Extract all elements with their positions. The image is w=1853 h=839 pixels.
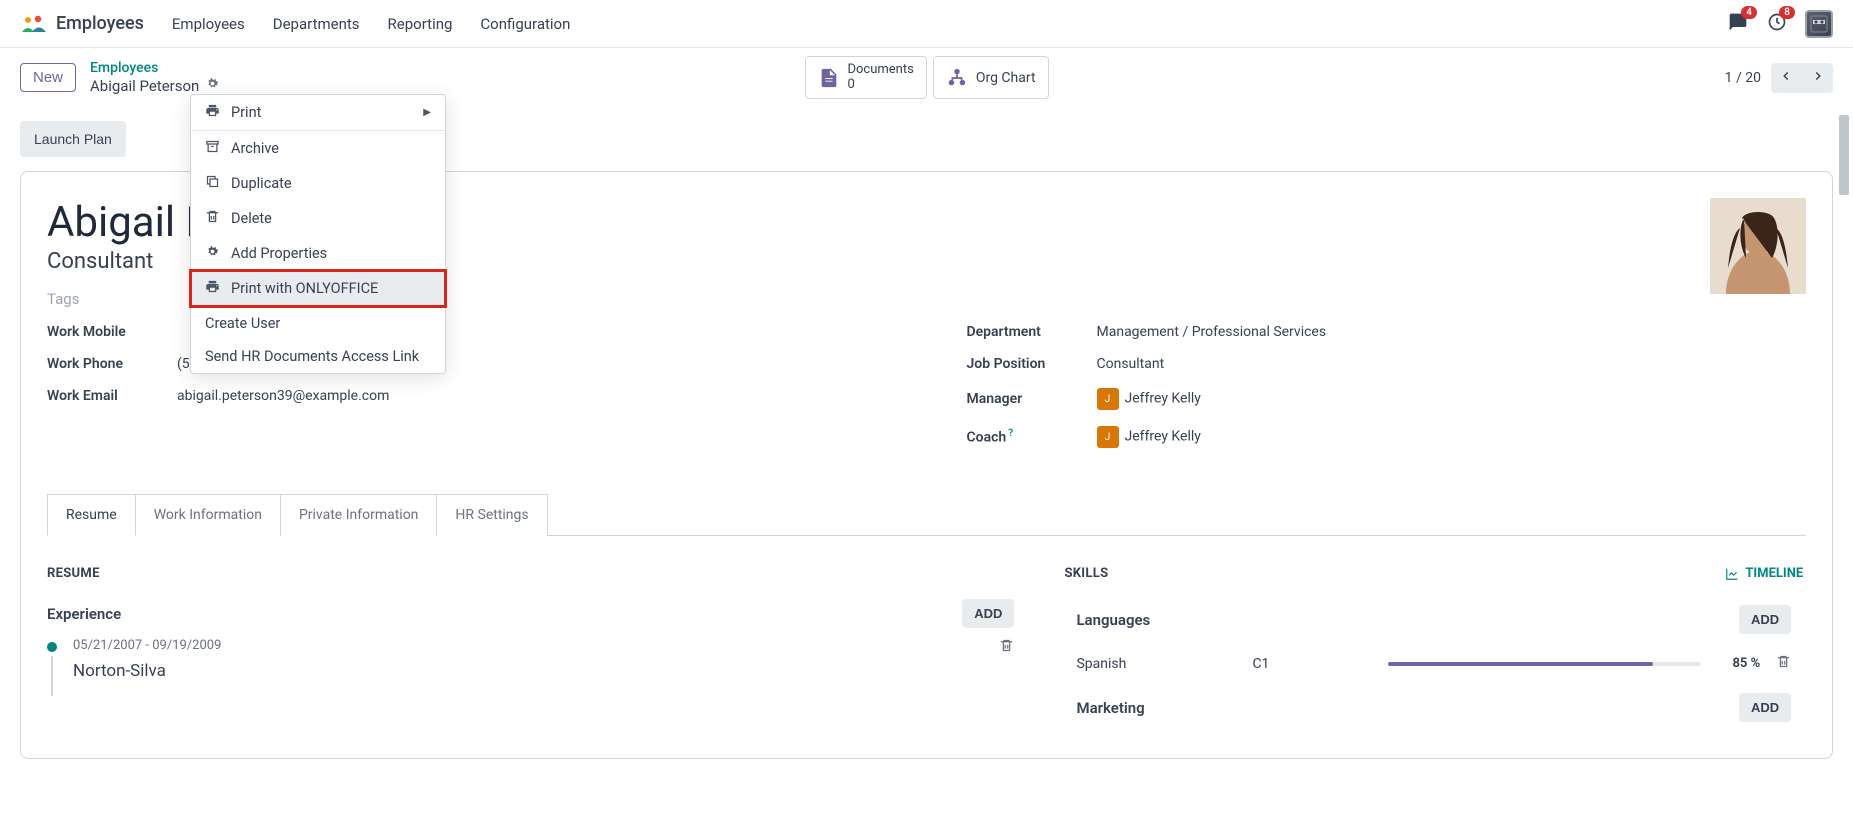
pager-next[interactable]: [1803, 63, 1833, 93]
pager-prev[interactable]: [1771, 63, 1801, 93]
resume-section-title: RESUME: [47, 566, 1014, 581]
menu-send-hr-link[interactable]: Send HR Documents Access Link: [191, 340, 445, 373]
avatar-icon: J: [1097, 426, 1119, 448]
topbar: Employees Employees Departments Reportin…: [0, 0, 1853, 48]
timeline-dot-icon: [47, 642, 57, 652]
gear-icon[interactable]: [205, 76, 220, 95]
add-experience-button[interactable]: ADD: [962, 599, 1014, 628]
manager-label: Manager: [967, 391, 1097, 407]
photo-placeholder-icon: [1710, 198, 1806, 294]
experience-dates: 05/21/2007 - 09/19/2009: [73, 638, 221, 653]
manager-value[interactable]: JJeffrey Kelly: [1097, 388, 1201, 410]
coach-value[interactable]: JJeffrey Kelly: [1097, 426, 1201, 448]
skill-name: Spanish: [1076, 656, 1236, 672]
work-phone-label: Work Phone: [47, 356, 177, 372]
app-title: Employees: [56, 13, 144, 34]
print-icon: [205, 103, 221, 122]
skill-percent: 85 %: [1716, 656, 1760, 671]
messages-button[interactable]: 4: [1727, 12, 1749, 36]
activities-badge: 8: [1779, 6, 1795, 19]
menu-print-onlyoffice[interactable]: Print with ONLYOFFICE: [191, 271, 445, 306]
skill-category-languages: Languages: [1076, 611, 1150, 629]
add-marketing-button[interactable]: ADD: [1739, 693, 1791, 722]
department-value[interactable]: Management / Professional Services: [1097, 324, 1327, 340]
activities-button[interactable]: 8: [1767, 12, 1787, 36]
print-icon: [205, 279, 221, 298]
skill-row[interactable]: Spanish C1 85 %: [1064, 644, 1803, 683]
archive-icon: [205, 139, 221, 158]
delete-skill-button[interactable]: [1776, 654, 1791, 673]
chevron-right-icon: ▶: [423, 107, 431, 118]
experience-heading: Experience: [47, 605, 121, 623]
menu-create-user[interactable]: Create User: [191, 307, 445, 340]
new-button[interactable]: New: [20, 63, 76, 92]
menu-duplicate[interactable]: Duplicate: [191, 166, 445, 201]
chevron-left-icon: [1779, 69, 1793, 83]
orgchart-icon: [946, 67, 968, 89]
work-mobile-label: Work Mobile: [47, 324, 177, 340]
trash-icon: [1776, 654, 1791, 669]
jobposition-value[interactable]: Consultant: [1097, 356, 1165, 372]
documents-button[interactable]: Documents0: [804, 56, 926, 99]
employees-logo-icon: [20, 14, 48, 34]
department-label: Department: [967, 324, 1097, 340]
nav-departments[interactable]: Departments: [273, 15, 360, 33]
chevron-right-icon: [1811, 69, 1825, 83]
menu-print[interactable]: Print ▶: [191, 95, 445, 130]
gear-icon: [205, 244, 221, 263]
avatar-icon: J: [1097, 388, 1119, 410]
tab-hr-settings[interactable]: HR Settings: [436, 494, 547, 536]
messages-badge: 4: [1741, 6, 1757, 19]
skill-level: C1: [1252, 656, 1372, 672]
document-icon: [817, 67, 839, 89]
chart-icon: [1725, 567, 1739, 581]
delete-experience-button[interactable]: [999, 638, 1014, 657]
jobposition-label: Job Position: [967, 356, 1097, 372]
help-icon[interactable]: ?: [1008, 428, 1013, 439]
control-bar: New Employees Abigail Peterson Print ▶ A…: [0, 48, 1853, 107]
app-logo-title[interactable]: Employees: [20, 13, 144, 34]
skill-category-marketing: Marketing: [1076, 699, 1144, 717]
nav-employees[interactable]: Employees: [172, 15, 245, 33]
skills-section-title: SKILLS: [1064, 566, 1108, 581]
coach-label: Coach?: [967, 428, 1097, 446]
trash-icon: [205, 209, 221, 228]
tab-work-information[interactable]: Work Information: [135, 494, 281, 536]
timeline-link[interactable]: TIMELINE: [1725, 566, 1803, 581]
nav-reporting[interactable]: Reporting: [388, 15, 453, 33]
orgchart-button[interactable]: Org Chart: [933, 56, 1049, 99]
breadcrumb: Employees Abigail Peterson: [90, 60, 220, 95]
employee-photo[interactable]: [1710, 198, 1806, 294]
pager-text: 1 / 20: [1725, 70, 1761, 86]
actions-dropdown: Print ▶ Archive Duplicate Delete Add Pro…: [190, 94, 446, 374]
user-avatar[interactable]: [1805, 10, 1833, 38]
tab-private-information[interactable]: Private Information: [280, 494, 437, 536]
duplicate-icon: [205, 174, 221, 193]
nav-configuration[interactable]: Configuration: [480, 15, 570, 33]
work-email-value[interactable]: abigail.peterson39@example.com: [177, 388, 389, 404]
trash-icon: [999, 638, 1014, 653]
scrollbar[interactable]: [1837, 107, 1851, 836]
record-tabs: Resume Work Information Private Informat…: [47, 494, 1806, 536]
menu-delete[interactable]: Delete: [191, 201, 445, 236]
avatar-icon: [1807, 12, 1831, 36]
menu-add-properties[interactable]: Add Properties: [191, 236, 445, 271]
add-language-button[interactable]: ADD: [1739, 605, 1791, 634]
launch-plan-button[interactable]: Launch Plan: [20, 121, 126, 157]
breadcrumb-parent[interactable]: Employees: [90, 60, 220, 76]
experience-item[interactable]: 05/21/2007 - 09/19/2009 Norton-Silva: [47, 638, 1014, 681]
experience-company: Norton-Silva: [73, 661, 221, 681]
work-email-label: Work Email: [47, 388, 177, 404]
menu-archive[interactable]: Archive: [191, 131, 445, 166]
breadcrumb-current: Abigail Peterson: [90, 77, 199, 95]
top-navigation: Employees Departments Reporting Configur…: [172, 15, 570, 33]
skill-progress-bar: [1388, 662, 1700, 666]
tab-resume[interactable]: Resume: [47, 494, 136, 536]
